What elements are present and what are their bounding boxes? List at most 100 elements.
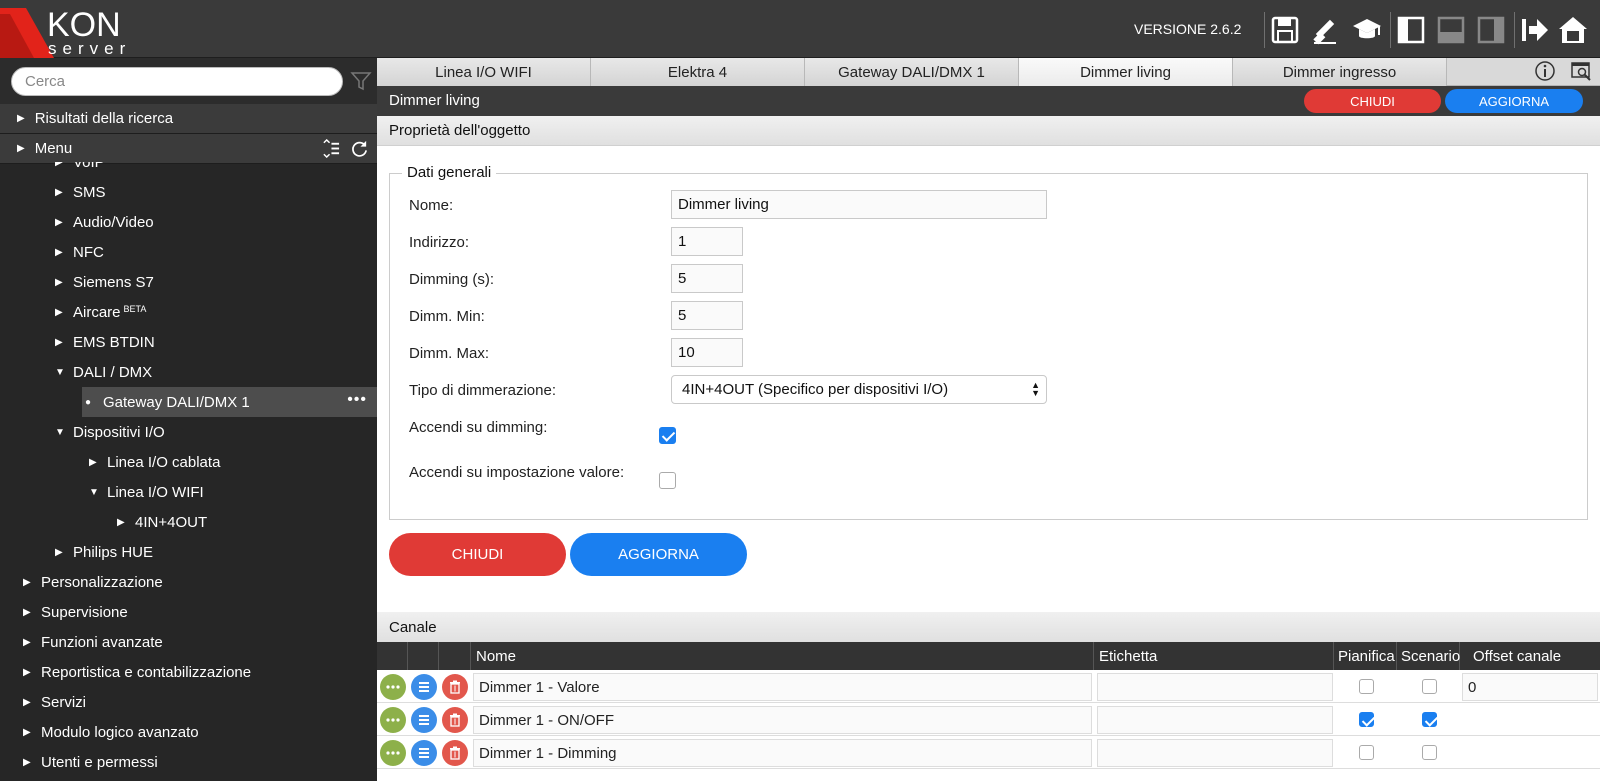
tree-item-linea-io-cablata[interactable]: ▶ Linea I/O cablata — [89, 447, 220, 477]
tab-dimmer-ingresso[interactable]: Dimmer ingresso — [1233, 58, 1447, 86]
grid-header-action-col — [377, 642, 408, 670]
update-button-top[interactable]: AGGIORNA — [1445, 89, 1583, 113]
collapse-list-icon[interactable] — [321, 139, 340, 158]
menu-section[interactable]: ▶ Menu — [0, 134, 377, 164]
channel-grid-header: Nome Etichetta Pianifica Scenario Offset… — [377, 642, 1600, 670]
save-icon[interactable] — [1268, 12, 1302, 48]
list-icon[interactable] — [411, 707, 437, 733]
column-header-scenario[interactable]: Scenario — [1397, 642, 1460, 670]
channel-label-field[interactable] — [1097, 673, 1333, 701]
search-input[interactable] — [11, 67, 343, 96]
table-row: Dimmer 1 - Valore 0 — [377, 670, 1600, 703]
channel-name-field[interactable]: Dimmer 1 - Valore — [473, 673, 1092, 701]
more-options-icon[interactable] — [380, 707, 406, 733]
graduation-cap-icon[interactable] — [1350, 12, 1384, 48]
tree-item-4in-4out[interactable]: ▶ 4IN+4OUT — [117, 507, 207, 537]
tab-elektra-4[interactable]: Elektra 4 — [591, 58, 805, 86]
more-options-icon[interactable] — [380, 740, 406, 766]
search-area — [0, 58, 377, 104]
tree-item-utenti-e-permessi[interactable]: ▶ Utenti e permessi — [23, 747, 158, 777]
tree-item-philips-hue[interactable]: ▶ Philips HUE — [55, 537, 153, 567]
list-icon[interactable] — [411, 674, 437, 700]
name-field[interactable]: Dimmer living — [671, 190, 1047, 219]
address-field[interactable]: 1 — [671, 227, 743, 256]
tree-item-linea-io-wifi[interactable]: ▼ Linea I/O WIFI — [89, 477, 204, 507]
tree-item-gateway-dali-dmx-1[interactable]: ● Gateway DALI/DMX 1 ••• — [82, 387, 377, 417]
tab-gateway-dali-dmx-1[interactable]: Gateway DALI/DMX 1 — [805, 58, 1019, 86]
home-icon[interactable] — [1556, 12, 1590, 48]
refresh-icon[interactable] — [350, 139, 369, 158]
tree-item-ems-btdin[interactable]: ▶ EMS BTDIN — [55, 327, 155, 357]
on-dimming-checkbox[interactable] — [659, 427, 676, 444]
tree-item-nfc[interactable]: ▶ NFC — [55, 237, 104, 267]
tree-item-supervisione[interactable]: ▶ Supervisione — [23, 597, 128, 627]
tab-dimmer-living[interactable]: Dimmer living — [1019, 58, 1233, 86]
tree-item-modulo-logico-avanzato[interactable]: ▶ Modulo logico avanzato — [23, 717, 199, 747]
tree-item-funzioni-avanzate[interactable]: ▶ Funzioni avanzate — [23, 627, 163, 657]
ikon-server-logo[interactable]: KON server — [0, 0, 150, 58]
tab-linea-io-wifi[interactable]: Linea I/O WIFI — [377, 58, 591, 86]
window-search-icon[interactable] — [1570, 60, 1592, 82]
scenario-checkbox[interactable] — [1422, 679, 1437, 694]
scenario-checkbox[interactable] — [1422, 745, 1437, 760]
pianifica-checkbox[interactable] — [1359, 745, 1374, 760]
tree-item-audio-video[interactable]: ▶ Audio/Video — [55, 207, 154, 237]
info-icon[interactable] — [1534, 60, 1556, 82]
grid-header-action-col — [439, 642, 471, 670]
main-panel: Linea I/O WIFI Elektra 4 Gateway DALI/DM… — [377, 58, 1600, 781]
toolbar-separator — [1390, 12, 1391, 48]
more-options-icon[interactable] — [380, 674, 406, 700]
dimming-type-select[interactable]: 4IN+4OUT (Specifico per dispositivi I/O)… — [671, 375, 1047, 404]
dimm-min-field[interactable]: 5 — [671, 301, 743, 330]
trash-icon[interactable] — [442, 740, 468, 766]
general-data-fieldset: Dati generali Nome: Dimmer living Indiri… — [389, 164, 1588, 520]
tree-item-dali-dmx[interactable]: ▼ DALI / DMX — [55, 357, 152, 387]
dimming-field[interactable]: 5 — [671, 264, 743, 293]
channel-offset-field[interactable]: 0 — [1462, 673, 1598, 701]
tree-item-dispositivi-io[interactable]: ▼ Dispositivi I/O — [55, 417, 165, 447]
scenario-checkbox[interactable] — [1422, 712, 1437, 727]
brush-icon[interactable] — [1309, 12, 1343, 48]
tree-item-reportistica[interactable]: ▶ Reportistica e contabilizzazione — [23, 657, 251, 687]
more-options-icon[interactable]: ••• — [347, 392, 367, 408]
pianifica-checkbox[interactable] — [1359, 712, 1374, 727]
table-row: Dimmer 1 - ON/OFF — [377, 703, 1600, 736]
name-label: Nome: — [409, 197, 454, 214]
column-header-etichetta[interactable]: Etichetta — [1094, 642, 1334, 670]
update-button[interactable]: AGGIORNA — [570, 533, 747, 576]
on-value-label: Accendi su impostazione valore: — [409, 464, 625, 481]
channel-label-field[interactable] — [1097, 706, 1333, 734]
channel-label-field[interactable] — [1097, 739, 1333, 767]
search-results-section[interactable]: ▶ Risultati della ricerca — [0, 104, 377, 134]
on-value-checkbox[interactable] — [659, 472, 676, 489]
layout-right-icon[interactable] — [1474, 12, 1508, 48]
trash-icon[interactable] — [442, 674, 468, 700]
tree-item-siemens-s7[interactable]: ▶ Siemens S7 — [55, 267, 154, 297]
tree-item-servizi[interactable]: ▶ Servizi — [23, 687, 86, 717]
pianifica-checkbox[interactable] — [1359, 679, 1374, 694]
close-button-top[interactable]: CHIUDI — [1304, 89, 1441, 113]
logout-arrow-icon[interactable] — [1518, 12, 1552, 48]
layout-bottom-icon[interactable] — [1434, 12, 1468, 48]
object-title-bar: Dimmer living CHIUDI AGGIORNA — [377, 86, 1600, 116]
close-button[interactable]: CHIUDI — [389, 533, 566, 576]
tree-item-personalizzazione[interactable]: ▶ Personalizzazione — [23, 567, 163, 597]
dimm-max-field[interactable]: 10 — [671, 338, 743, 367]
dimming-type-label: Tipo di dimmerazione: — [409, 382, 557, 399]
toolbar-separator — [1264, 12, 1265, 48]
filter-icon[interactable] — [350, 70, 372, 92]
channel-header: Canale — [377, 612, 1600, 642]
trash-icon[interactable] — [442, 707, 468, 733]
column-header-pianifica[interactable]: Pianifica — [1334, 642, 1397, 670]
channel-name-field[interactable]: Dimmer 1 - ON/OFF — [473, 706, 1092, 734]
layout-left-icon[interactable] — [1394, 12, 1428, 48]
svg-text:server: server — [48, 39, 131, 58]
tree-item-voip[interactable]: ▶ VoIP — [55, 162, 105, 177]
column-header-nome[interactable]: Nome — [471, 642, 1094, 670]
list-icon[interactable] — [411, 740, 437, 766]
beta-badge: BETA — [123, 304, 147, 314]
tree-item-aircare[interactable]: ▶ Aircare BETA — [55, 297, 146, 327]
column-header-offset[interactable]: Offset canale — [1460, 642, 1600, 670]
tree-item-sms[interactable]: ▶ SMS — [55, 177, 106, 207]
channel-name-field[interactable]: Dimmer 1 - Dimming — [473, 739, 1092, 767]
